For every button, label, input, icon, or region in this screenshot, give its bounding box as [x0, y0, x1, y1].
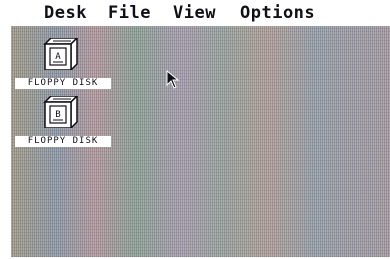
drive-letter-a: A — [55, 52, 61, 62]
menu-desk[interactable]: Desk — [44, 2, 87, 24]
menu-bar: Desk File View Options — [0, 0, 390, 26]
menu-view[interactable]: View — [173, 2, 216, 24]
drive-cabinet-icon[interactable]: A — [37, 38, 81, 70]
menu-options[interactable]: Options — [240, 2, 315, 24]
drive-cabinet-icon[interactable]: B — [37, 96, 81, 128]
drive-letter-b: B — [55, 110, 60, 120]
atari-gem-desktop-screen: Desk File View Options A FLOPPY DISK B F… — [0, 0, 390, 259]
floppy-disk-b-label[interactable]: FLOPPY DISK — [15, 136, 111, 147]
mouse-pointer-arrow-icon — [166, 70, 180, 89]
menu-file[interactable]: File — [108, 2, 151, 24]
desktop-background[interactable]: A FLOPPY DISK B FLOPPY DISK — [11, 26, 390, 257]
floppy-disk-a-label[interactable]: FLOPPY DISK — [15, 78, 111, 89]
